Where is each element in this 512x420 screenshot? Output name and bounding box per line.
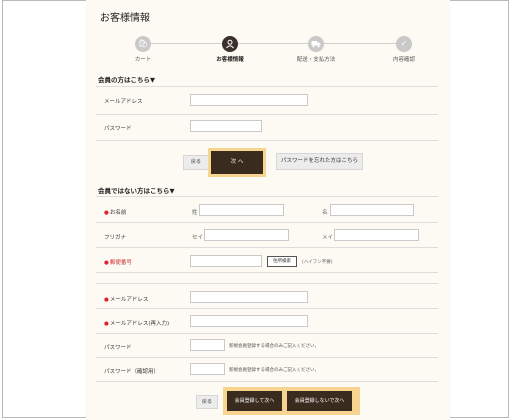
guest-password-note: 新規会員登録する場合のみご記入ください。 [229,344,319,349]
step-label: 配送・支払方法 [296,57,336,63]
postal-label: ●郵便番号 [104,258,132,266]
postal-code-input[interactable] [190,255,262,267]
guest-email-label-text: メールアドレス [109,297,149,303]
guest-heading: 会員ではない方はこちら▼ [98,187,175,195]
guest-password-input[interactable] [190,339,225,351]
step-confirm: ✓ 内容確認 [374,36,434,63]
first-kana-input[interactable] [334,229,419,241]
page-title: お客様情報 [100,13,150,24]
guest-email-confirm-label: ●メールアドレス(再入力) [104,319,169,327]
guest-password-confirm-input[interactable] [190,363,225,375]
divider [96,308,438,309]
required-mark: ● [104,297,109,303]
member-heading: 会員の方はこちら▼ [98,76,155,84]
guest-email-confirm-label-text: メールアドレス(再入力) [109,321,170,327]
divider [96,283,438,284]
required-mark: ● [104,210,109,216]
divider [96,247,438,248]
member-email-label: メールアドレス [104,99,143,105]
register-and-next-button[interactable]: 会員登録して次へ [227,391,282,411]
last-kana-input[interactable] [204,229,289,241]
first-kana-sublabel: メイ [322,235,334,241]
forgot-password-button[interactable]: パスワードを忘れた方はこちら [276,153,363,170]
first-name-sublabel: 名 [322,210,328,216]
kana-label: フリガナ [104,235,127,241]
name-label-text: お名前 [109,210,127,216]
name-label: ●お名前 [104,208,126,216]
guest-password-label: パスワード [104,345,132,351]
divider [96,272,438,273]
divider [96,140,438,141]
divider [96,222,438,223]
step-customer-info: お客様情報 [200,36,260,63]
divider [96,381,438,382]
next-without-register-button[interactable]: 会員登録しないで次へ [287,391,352,411]
step-label: お客様情報 [216,57,244,63]
guest-back-button[interactable]: 戻る [196,395,218,409]
postal-label-text: 郵便番号 [109,260,132,266]
last-name-input[interactable] [199,204,284,216]
first-name-input[interactable] [330,204,414,216]
steps-line [140,43,402,44]
member-next-highlight: 次 へ [208,148,266,177]
guest-password-confirm-note: 新規会員登録する場合のみご記入ください。 [229,368,319,373]
user-icon [222,36,238,52]
step-cart: 🛍 カート [113,36,173,63]
address-search-button[interactable]: 住所検索 [267,256,297,267]
member-password-label: パスワード [104,126,132,132]
bag-icon: 🛍 [135,36,151,52]
step-label: カート [134,57,152,63]
member-email-input[interactable] [190,94,308,106]
guest-password-confirm-label: パスワード（確認用） [104,369,160,375]
member-password-input[interactable] [190,120,262,132]
step-shipping-payment: 配送・支払方法 [286,36,346,63]
divider [96,196,438,197]
truck-icon [308,36,324,52]
member-back-button[interactable]: 戻る [183,155,209,170]
divider [96,86,438,87]
member-next-button[interactable]: 次 へ [211,151,263,174]
required-mark: ● [104,260,109,266]
checkout-page: お客様情報 🛍 カート お客様情報 配送・支払方法 ✓ 内容確認 会員の方はこち… [86,0,450,420]
last-kana-sublabel: セイ [192,235,204,241]
step-label: 内容確認 [392,57,415,63]
divider [96,333,438,334]
guest-email-input[interactable] [190,291,308,303]
required-mark: ● [104,321,109,327]
check-icon: ✓ [396,36,412,52]
last-name-sublabel: 姓 [192,210,198,216]
divider [96,357,438,358]
divider [96,114,438,115]
guest-next-highlight: 会員登録して次へ 会員登録しないで次へ [223,387,360,415]
guest-email-confirm-input[interactable] [190,315,308,327]
postal-hint: (ハイフン不要) [302,260,333,265]
guest-email-label: ●メールアドレス [104,295,148,303]
